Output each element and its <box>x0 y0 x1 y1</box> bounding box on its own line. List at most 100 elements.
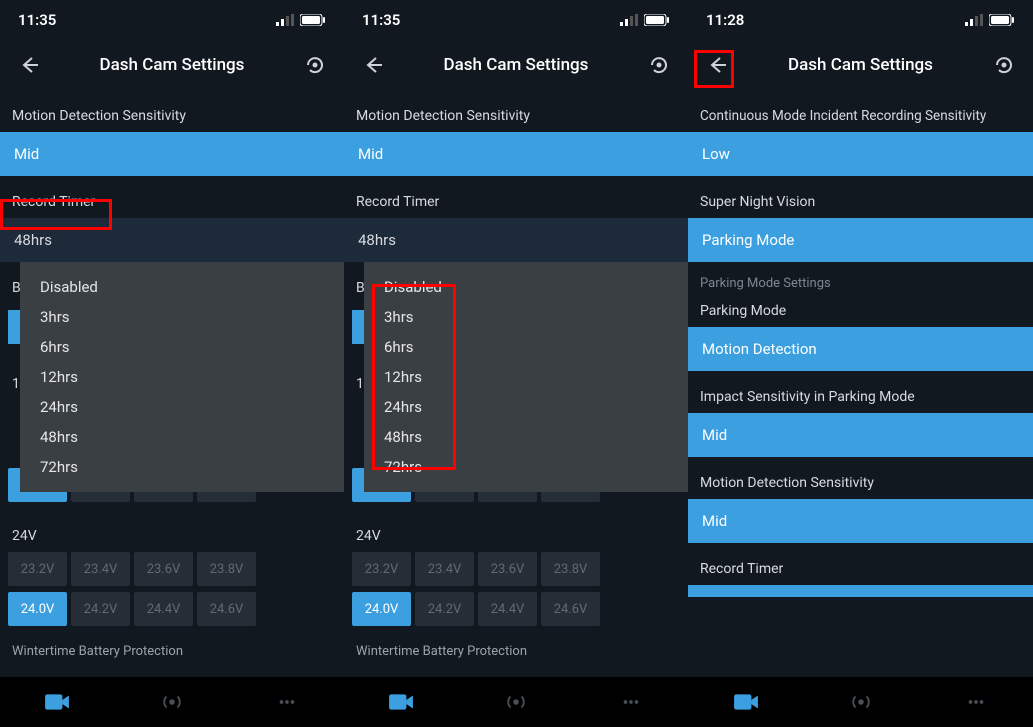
phone-screen-2: 11:35 Dash Cam Settings Motion Detection… <box>344 0 688 727</box>
refresh-button[interactable] <box>644 50 674 80</box>
parking-mode-settings-label: Parking Mode Settings <box>688 262 1033 293</box>
back-button[interactable] <box>358 50 388 80</box>
voltage-chip[interactable]: 24.2V <box>415 592 474 626</box>
dropdown-item[interactable]: 6hrs <box>20 332 344 362</box>
parking-mode-value[interactable]: Motion Detection <box>688 327 1033 371</box>
record-timer-label: Record Timer <box>688 543 1033 585</box>
clock: 11:35 <box>362 11 400 29</box>
parking-mode-label: Parking Mode <box>688 293 1033 327</box>
broadcast-icon <box>503 691 529 713</box>
record-timer-label: Record Timer <box>344 176 688 218</box>
refresh-icon <box>304 54 326 76</box>
dropdown-item[interactable]: 72hrs <box>20 452 344 482</box>
dropdown-item[interactable]: Disabled <box>364 272 688 302</box>
motion-sensitivity-label: Motion Detection Sensitivity <box>344 98 688 132</box>
phone-screen-1: 11:35 Dash Cam Settings Motion Detection… <box>0 0 344 727</box>
motion-sensitivity-label: Motion Detection Sensitivity <box>0 98 344 132</box>
phone-screen-3: 11:28 Dash Cam Settings Continuous Mode … <box>688 0 1033 727</box>
battery-icon <box>644 14 670 26</box>
record-timer-value-partial[interactable] <box>688 585 1033 597</box>
nav-broadcast[interactable] <box>115 691 229 713</box>
refresh-button[interactable] <box>989 50 1019 80</box>
dropdown-item[interactable]: Disabled <box>20 272 344 302</box>
nav-more[interactable] <box>919 691 1033 713</box>
dropdown-item[interactable]: 3hrs <box>20 302 344 332</box>
more-icon <box>274 691 300 713</box>
signal-icon <box>965 14 983 26</box>
dropdown-item[interactable]: 24hrs <box>20 392 344 422</box>
voltage-chip[interactable]: 23.8V <box>541 552 600 586</box>
camera-icon <box>733 691 759 713</box>
voltage-chip[interactable]: 23.8V <box>197 552 256 586</box>
signal-icon <box>276 14 294 26</box>
record-timer-select[interactable]: 48hrs <box>0 218 344 262</box>
voltage-chip[interactable]: 23.6V <box>134 552 193 586</box>
nav-broadcast[interactable] <box>804 691 918 713</box>
back-button[interactable] <box>702 50 732 80</box>
motion-sensitivity-value[interactable]: Mid <box>0 132 344 176</box>
voltage-chip[interactable]: 24.4V <box>134 592 193 626</box>
voltage-chip[interactable]: 23.2V <box>8 552 67 586</box>
dropdown-item[interactable]: 12hrs <box>20 362 344 392</box>
clock: 11:28 <box>706 11 744 29</box>
voltage-chip[interactable]: 23.6V <box>478 552 537 586</box>
impact-sensitivity-label: Impact Sensitivity in Parking Mode <box>688 371 1033 413</box>
broadcast-icon <box>848 691 874 713</box>
more-icon <box>618 691 644 713</box>
impact-sensitivity-value[interactable]: Mid <box>688 413 1033 457</box>
motion-detection-sensitivity-value[interactable]: Mid <box>688 499 1033 543</box>
header: Dash Cam Settings <box>344 40 688 90</box>
voltage-chip[interactable]: 24.6V <box>197 592 256 626</box>
battery-icon <box>300 14 326 26</box>
super-night-vision-value[interactable]: Parking Mode <box>688 218 1033 262</box>
nav-camera[interactable] <box>1 691 115 713</box>
nav-camera[interactable] <box>689 691 803 713</box>
motion-sensitivity-value[interactable]: Mid <box>344 132 688 176</box>
voltage-chip[interactable]: 24.6V <box>541 592 600 626</box>
super-night-vision-label: Super Night Vision <box>688 176 1033 218</box>
dropdown-item[interactable]: 3hrs <box>364 302 688 332</box>
dropdown-item[interactable]: 6hrs <box>364 332 688 362</box>
motion-detection-sensitivity-label: Motion Detection Sensitivity <box>688 457 1033 499</box>
voltage-chip[interactable]: 24.0V <box>352 592 411 626</box>
voltage-chip[interactable]: 24.2V <box>71 592 130 626</box>
header: Dash Cam Settings <box>0 40 344 90</box>
page-title: Dash Cam Settings <box>688 55 1033 75</box>
voltage-chip[interactable]: 23.2V <box>352 552 411 586</box>
content: Motion Detection Sensitivity Mid Record … <box>344 90 688 663</box>
dropdown-item[interactable]: 48hrs <box>20 422 344 452</box>
v24-label: 24V <box>344 502 688 548</box>
record-timer-label: Record Timer <box>0 176 344 218</box>
record-timer-dropdown[interactable]: Disabled 3hrs 6hrs 12hrs 24hrs 48hrs 72h… <box>364 262 688 492</box>
record-timer-dropdown[interactable]: Disabled 3hrs 6hrs 12hrs 24hrs 48hrs 72h… <box>20 262 344 492</box>
dropdown-item[interactable]: 24hrs <box>364 392 688 422</box>
voltage-chip[interactable]: 23.4V <box>71 552 130 586</box>
clock: 11:35 <box>18 11 56 29</box>
nav-more[interactable] <box>574 691 688 713</box>
wintertime-label: Wintertime Battery Protection <box>0 626 344 663</box>
nav-camera[interactable] <box>345 691 459 713</box>
continuous-mode-value[interactable]: Low <box>688 132 1033 176</box>
refresh-icon <box>648 54 670 76</box>
voltage-chip[interactable]: 23.4V <box>415 552 474 586</box>
back-button[interactable] <box>14 50 44 80</box>
nav-broadcast[interactable] <box>459 691 573 713</box>
v24-options-row2: 24.0V 24.2V 24.4V 24.6V <box>0 592 344 626</box>
nav-bar <box>344 677 688 727</box>
nav-more[interactable] <box>230 691 344 713</box>
dropdown-item[interactable]: 48hrs <box>364 422 688 452</box>
refresh-button[interactable] <box>300 50 330 80</box>
battery-icon <box>989 14 1015 26</box>
header: Dash Cam Settings <box>688 40 1033 90</box>
nav-bar <box>688 677 1033 727</box>
refresh-icon <box>993 54 1015 76</box>
dropdown-item[interactable]: 12hrs <box>364 362 688 392</box>
more-icon <box>963 691 989 713</box>
record-timer-select[interactable]: 48hrs <box>344 218 688 262</box>
voltage-chip[interactable]: 24.0V <box>8 592 67 626</box>
v24-options-row2: 24.0V 24.2V 24.4V 24.6V <box>344 592 688 626</box>
arrow-left-icon <box>706 54 728 76</box>
voltage-chip[interactable]: 24.4V <box>478 592 537 626</box>
dropdown-item[interactable]: 72hrs <box>364 452 688 482</box>
status-icons <box>276 14 326 26</box>
